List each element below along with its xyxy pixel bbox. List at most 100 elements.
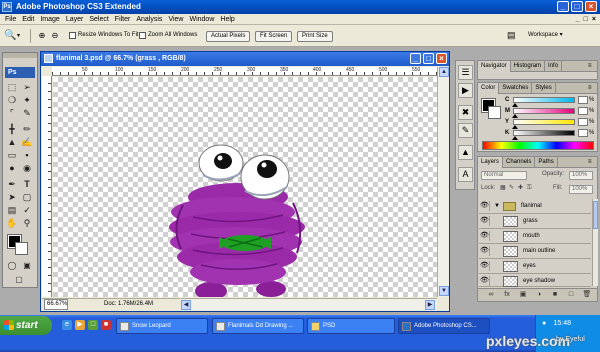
tab-histogram[interactable]: Histogram (511, 61, 546, 72)
clone-source-icon[interactable]: ▲ (458, 145, 473, 160)
visibility-eye-icon[interactable]: 👁 (480, 201, 490, 211)
background-color-swatch[interactable] (15, 242, 28, 255)
print-size-button[interactable]: Print Size (297, 31, 333, 42)
cyan-slider[interactable] (513, 97, 575, 103)
document-maximize-button[interactable]: □ (423, 53, 434, 64)
standard-mode-icon[interactable]: ▣ (20, 260, 34, 272)
dodge-tool-icon[interactable]: ◉ (20, 162, 34, 174)
quicklaunch-app-icon[interactable]: ■ (101, 320, 111, 330)
marquee-tool-icon[interactable]: ⬚ (5, 81, 19, 93)
adjustment-layer-icon[interactable]: ◑ (534, 290, 544, 300)
history-brush-tool-icon[interactable]: ✍ (20, 136, 34, 148)
healing-tool-icon[interactable]: ╋ (5, 123, 19, 135)
start-button[interactable]: start (0, 316, 52, 335)
yellow-value-field[interactable] (578, 118, 588, 126)
zoom-level-field[interactable]: 66.67% (44, 299, 68, 310)
layer-row[interactable]: 👁 main outline (479, 244, 591, 259)
quicklaunch-desktop-icon[interactable]: □ (88, 320, 98, 330)
palette-well-icon[interactable]: ▤ (507, 30, 516, 41)
tool-preset-dropdown-icon[interactable]: ▾ (17, 32, 20, 39)
group-expand-icon[interactable]: ▼ (494, 202, 500, 211)
layer-row[interactable]: 👁 grass (479, 214, 591, 229)
brushes-panel-icon[interactable]: ✎ (458, 123, 473, 138)
menu-view[interactable]: View (165, 14, 186, 25)
notes-tool-icon[interactable]: ▤ (5, 204, 19, 216)
scroll-down-arrow-icon[interactable]: ▼ (439, 286, 449, 296)
tab-swatches[interactable]: Swatches (499, 83, 533, 94)
layer-row[interactable]: 👁 mouth (479, 229, 591, 244)
layer-row[interactable]: 👁 eye shadow (479, 274, 591, 287)
horizontal-ruler[interactable]: 50 100 150 200 250 300 350 400 450 500 5… (52, 67, 437, 76)
crop-tool-icon[interactable]: ⌜ (5, 107, 19, 119)
scroll-up-arrow-icon[interactable]: ▲ (439, 67, 449, 77)
menu-edit[interactable]: Edit (19, 14, 37, 25)
shape-tool-icon[interactable]: ▢ (20, 191, 34, 203)
yellow-slider[interactable] (513, 119, 575, 125)
zoom-tool-button-icon[interactable]: ⚲ (20, 217, 34, 229)
doc-minimize-button[interactable]: _ (574, 14, 582, 25)
opacity-field[interactable]: 100% (569, 171, 593, 180)
layer-group-row[interactable]: 👁 ▼ flanimal (479, 199, 591, 214)
menu-filter[interactable]: Filter (112, 14, 134, 25)
history-panel-icon[interactable]: ☰ (458, 65, 473, 80)
cyan-slider-handle[interactable] (512, 103, 518, 107)
navigator-panel-menu-icon[interactable]: ≡ (588, 63, 592, 70)
slice-tool-icon[interactable]: ✎ (20, 107, 34, 119)
scroll-left-arrow-icon[interactable]: ◀ (181, 300, 191, 310)
taskbar-item-psd[interactable]: PSD (307, 318, 395, 334)
tab-layers[interactable]: Layers (478, 157, 504, 168)
minimize-button[interactable]: _ (557, 1, 569, 12)
zoom-all-windows-checkbox[interactable] (139, 32, 146, 39)
zoom-in-icon[interactable]: ⊕ (36, 30, 48, 42)
taskbar-item-flanimals-drawing[interactable]: Flanimals Dd Drawing ... (212, 318, 304, 334)
visibility-eye-icon[interactable]: 👁 (480, 231, 490, 241)
tab-info[interactable]: Info (545, 61, 563, 72)
link-layers-icon[interactable]: ∞ (486, 290, 496, 300)
visibility-eye-icon[interactable]: 👁 (480, 216, 490, 226)
layers-panel-menu-icon[interactable]: ≡ (588, 159, 592, 166)
close-button[interactable]: × (585, 1, 597, 12)
tool-presets-icon[interactable]: ✖ (458, 105, 473, 120)
lock-position-icon[interactable]: ✚ (518, 184, 523, 193)
color-panel-background-swatch[interactable] (488, 106, 501, 119)
tab-color[interactable]: Color (478, 83, 500, 94)
type-tool-icon[interactable]: T (20, 178, 34, 190)
actions-panel-icon[interactable]: ▶ (458, 83, 473, 98)
delete-layer-icon[interactable]: 🗑 (582, 290, 592, 300)
move-tool-icon[interactable]: ➢ (20, 81, 34, 93)
magic-wand-tool-icon[interactable]: ✦ (20, 94, 34, 106)
layers-scroll-thumb[interactable] (593, 201, 598, 229)
layers-scrollbar[interactable] (592, 199, 598, 286)
clone-stamp-tool-icon[interactable]: ▲ (5, 136, 19, 148)
visibility-eye-icon[interactable]: 👁 (480, 246, 490, 256)
document-close-button[interactable]: × (436, 53, 447, 64)
scroll-right-arrow-icon[interactable]: ▶ (425, 300, 435, 310)
doc-close-button[interactable]: × (590, 14, 598, 25)
magenta-value-field[interactable] (578, 107, 588, 115)
fill-field[interactable]: 100% (569, 185, 593, 194)
magenta-slider[interactable] (513, 108, 575, 114)
tab-channels[interactable]: Channels (503, 157, 536, 168)
vertical-ruler[interactable] (42, 76, 52, 297)
quicklaunch-media-icon[interactable]: ▶ (75, 320, 85, 330)
black-slider[interactable] (513, 130, 575, 136)
lock-transparency-icon[interactable]: ▦ (500, 184, 506, 193)
yellow-slider-handle[interactable] (512, 125, 518, 129)
character-panel-icon[interactable]: A (458, 167, 473, 182)
blend-mode-select[interactable]: Normal (481, 171, 527, 180)
document-title-bar[interactable]: flanimal 3.psd @ 66.7% (grass , RGB/8) _… (41, 52, 449, 66)
hand-tool-icon[interactable]: ✋ (5, 217, 19, 229)
tab-navigator[interactable]: Navigator (478, 61, 511, 72)
new-group-icon[interactable]: ■ (550, 290, 560, 300)
workspace-button[interactable]: Workspace ▾ (524, 31, 567, 42)
screen-mode-icon[interactable]: ▢ (12, 274, 26, 286)
lock-all-icon[interactable]: ⚿ (527, 184, 532, 193)
fit-screen-button[interactable]: Fit Screen (255, 31, 293, 42)
zoom-out-icon[interactable]: ⊖ (49, 30, 61, 42)
menu-window[interactable]: Window (186, 14, 217, 25)
maximize-button[interactable]: □ (571, 1, 583, 12)
path-selection-tool-icon[interactable]: ➤ (5, 191, 19, 203)
document-vertical-scrollbar[interactable]: ▲ ▼ (437, 67, 449, 297)
menu-image[interactable]: Image (37, 14, 62, 25)
lasso-tool-icon[interactable]: ❍ (5, 94, 19, 106)
